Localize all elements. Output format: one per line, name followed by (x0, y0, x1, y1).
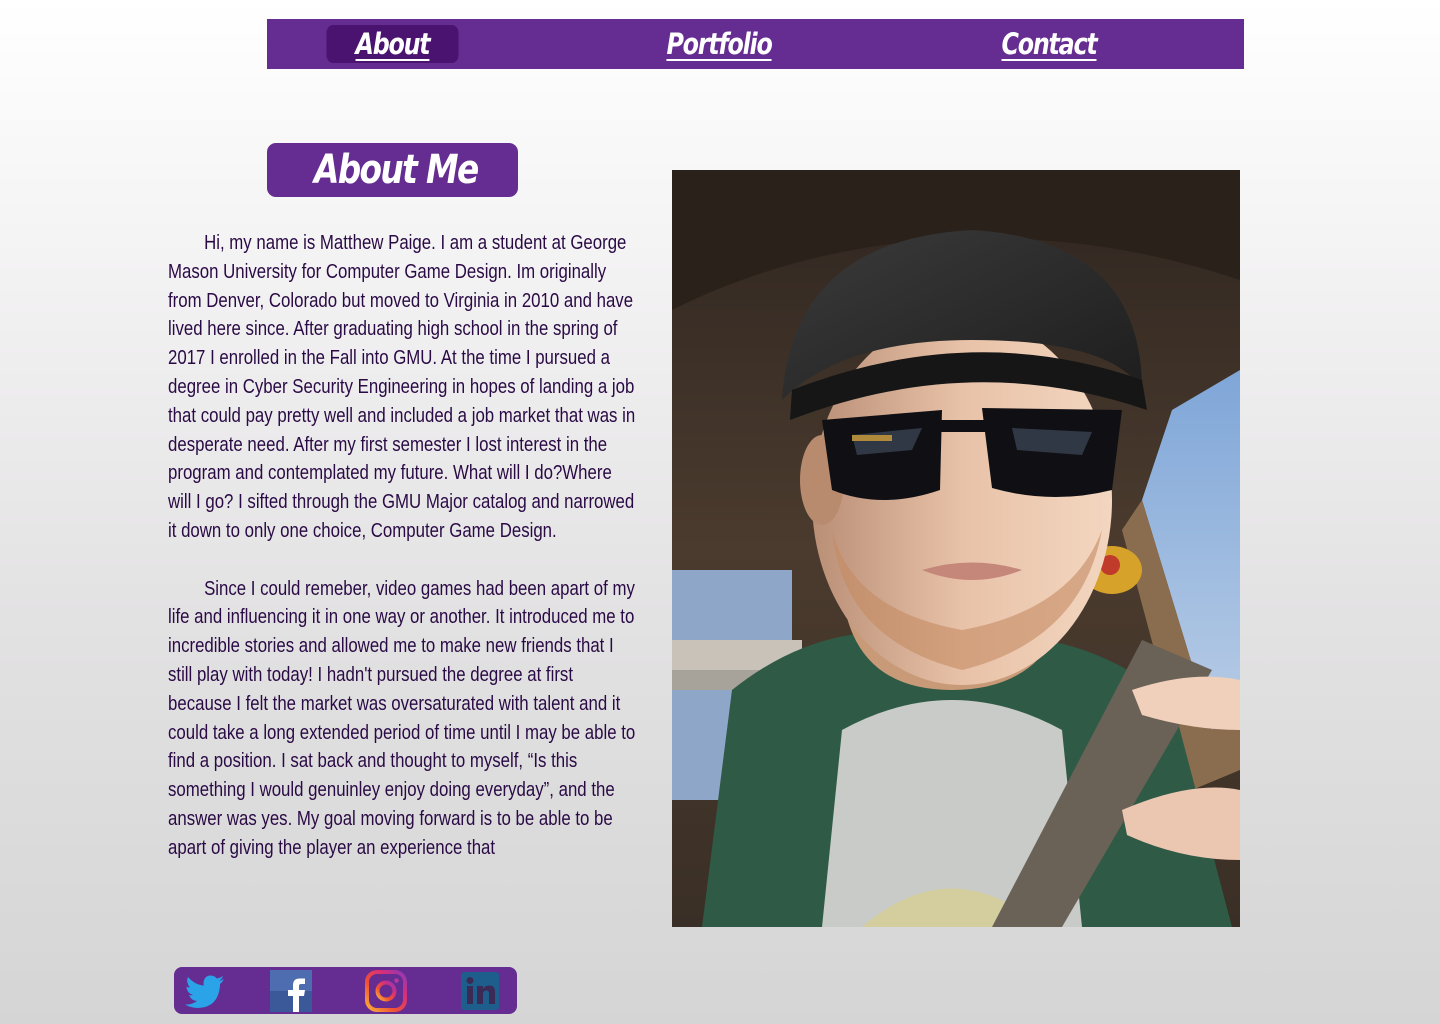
nav-item-contact[interactable]: Contact (983, 25, 1114, 63)
bio-paragraph-1: Hi, my name is Matthew Paige. I am a stu… (168, 231, 636, 542)
instagram-icon[interactable] (365, 970, 407, 1012)
twitter-icon[interactable] (184, 970, 226, 1012)
bio-text: Hi, my name is Matthew Paige. I am a stu… (168, 229, 639, 863)
page-title: About Me (313, 147, 479, 193)
profile-photo (672, 170, 1240, 927)
linkedin-icon[interactable] (459, 970, 501, 1012)
bio-paragraph-2: Since I could remeber, video games had b… (168, 576, 636, 859)
page-title-box: About Me (267, 143, 518, 197)
facebook-icon[interactable] (270, 970, 312, 1012)
top-nav: About Portfolio Contact (267, 19, 1244, 69)
nav-item-about[interactable]: About (326, 25, 459, 63)
bio-paragraph-gap (168, 546, 639, 575)
nav-item-portfolio[interactable]: Portfolio (653, 25, 784, 63)
social-bar (174, 967, 517, 1014)
